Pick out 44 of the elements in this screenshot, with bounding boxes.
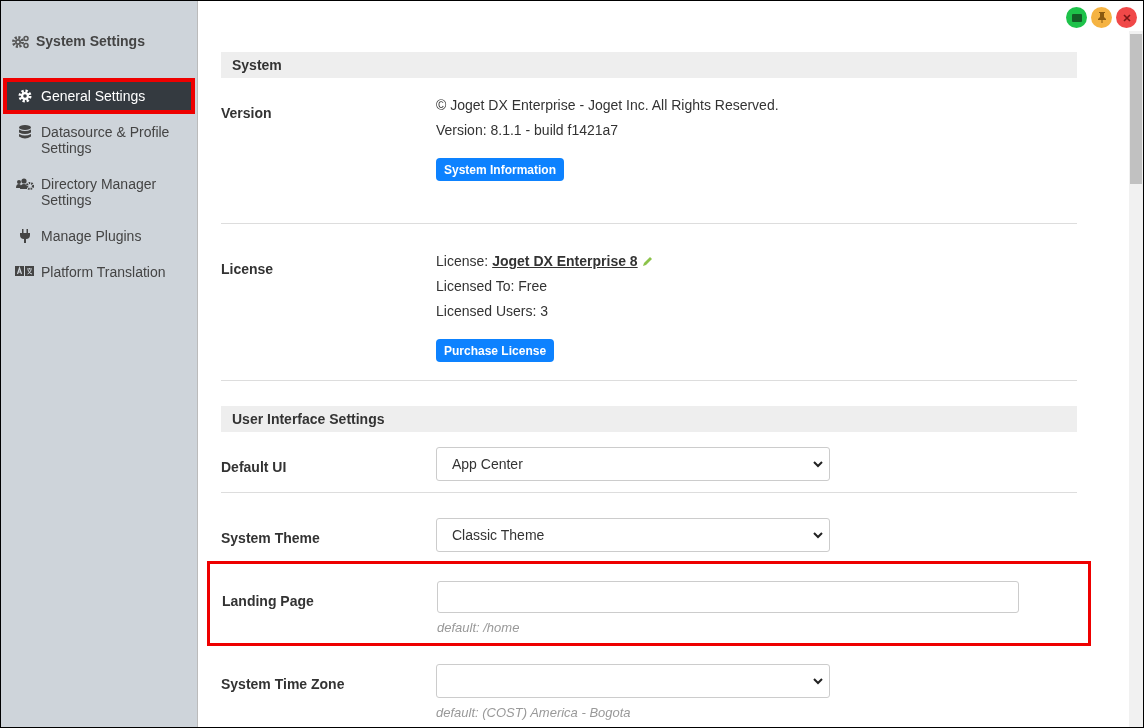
hint-text: default: (COST) America - Bogota bbox=[436, 704, 632, 722]
info-text: Version: 8.1.1 - build f1421a7 bbox=[436, 122, 619, 138]
close-icon bbox=[1122, 13, 1131, 22]
sidebar-item[interactable]: Directory Manager Settings bbox=[7, 170, 191, 214]
plug-icon bbox=[19, 229, 31, 243]
info-text: Licensed Users: 3 bbox=[436, 303, 549, 319]
close-button[interactable] bbox=[1116, 7, 1137, 28]
database-icon bbox=[19, 125, 31, 139]
sidebar-title: System Settings bbox=[36, 32, 145, 51]
translate-icon bbox=[15, 265, 35, 277]
info-text: Licensed To: Free bbox=[436, 278, 548, 294]
action-button[interactable]: System Information bbox=[436, 158, 565, 181]
info-text: License: bbox=[436, 253, 489, 269]
chevron-down-icon bbox=[813, 531, 823, 539]
field-label: License bbox=[221, 260, 275, 279]
pin-icon bbox=[1097, 12, 1106, 23]
sidebar-item[interactable]: Platform Translation bbox=[7, 258, 191, 286]
field-label: Landing Page bbox=[222, 592, 315, 611]
action-button[interactable]: Purchase License bbox=[436, 339, 555, 362]
chevron-down-icon bbox=[813, 460, 823, 468]
section-header: System bbox=[221, 52, 1077, 78]
license-link[interactable]: Joget DX Enterprise 8 bbox=[492, 253, 638, 269]
chevron-down-icon bbox=[813, 677, 823, 685]
gears-icon bbox=[12, 34, 30, 49]
hint-text: default: /home bbox=[437, 619, 521, 637]
window-icon bbox=[1071, 13, 1082, 22]
scrollbar-thumb[interactable] bbox=[1130, 34, 1142, 184]
maximize-button[interactable] bbox=[1066, 7, 1087, 28]
dropdown[interactable]: App Center bbox=[436, 447, 830, 481]
gear-icon bbox=[18, 89, 32, 103]
dropdown[interactable]: Classic Theme bbox=[436, 518, 830, 552]
users-icon bbox=[16, 177, 34, 191]
field-label: Version bbox=[221, 104, 273, 123]
sidebar-item[interactable]: General Settings bbox=[7, 82, 191, 110]
field-label: Default UI bbox=[221, 458, 288, 477]
info-text: © Joget DX Enterprise - Joget Inc. All Rights Reserved. bbox=[436, 97, 779, 113]
sidebar-item[interactable]: Datasource & Profile Settings bbox=[7, 118, 191, 162]
pencil-icon bbox=[641, 255, 654, 267]
input-field[interactable] bbox=[437, 581, 1019, 613]
pin-button[interactable] bbox=[1091, 7, 1112, 28]
field-label: System Theme bbox=[221, 529, 321, 548]
sidebar-item[interactable]: Manage Plugins bbox=[7, 222, 191, 250]
section-header: User Interface Settings bbox=[221, 406, 1077, 432]
field-label: System Time Zone bbox=[221, 675, 346, 694]
